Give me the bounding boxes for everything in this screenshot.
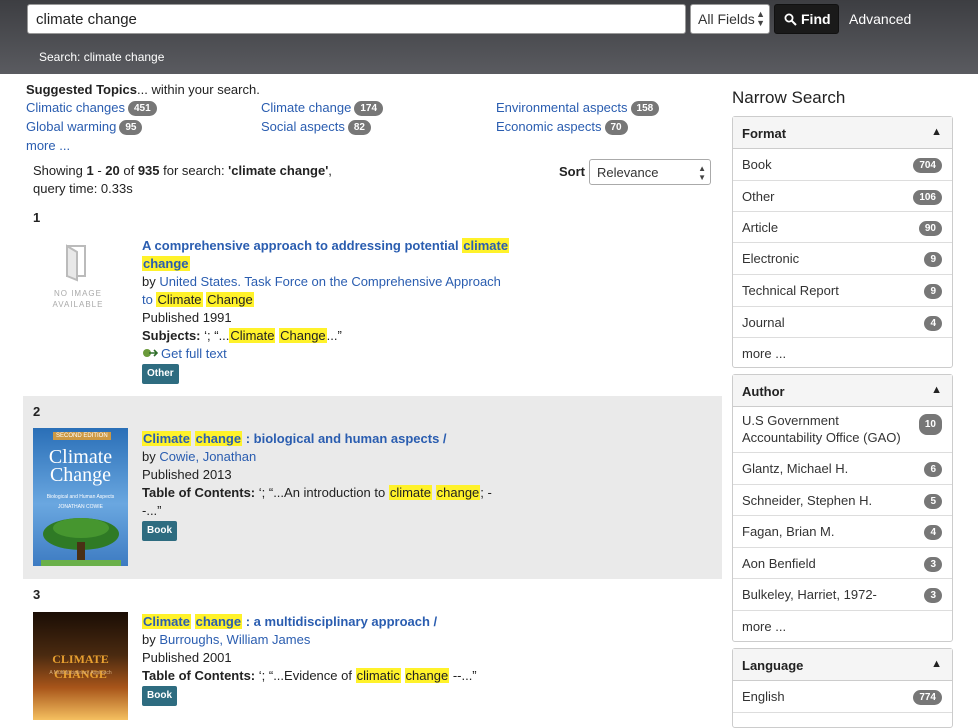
topic-count-badge: 82: [347, 120, 371, 135]
facet-item[interactable]: Book 704: [733, 149, 952, 181]
facet-item[interactable]: Schneider, Stephen H. 5: [733, 485, 952, 516]
result-author: by Burroughs, William James: [142, 632, 311, 647]
author-link[interactable]: Cowie, Jonathan: [159, 449, 256, 464]
facet-count-badge: 9: [924, 284, 942, 299]
facet-language: Language ▲ English 774: [732, 648, 953, 728]
author-link[interactable]: United States. Task Force on the Compreh…: [159, 274, 501, 289]
book-cover[interactable]: CLIMATE CHANGE A Multidisciplinary Appro…: [33, 612, 128, 720]
facet-header-format[interactable]: Format ▲: [733, 117, 952, 149]
no-image-icon: [66, 244, 86, 282]
facet-item[interactable]: U.S Government Accountability Office (GA…: [733, 407, 952, 453]
facet-item[interactable]: Bulkeley, Harriet, 1972- 3: [733, 579, 952, 611]
topic-link[interactable]: Environmental aspects 158: [496, 100, 660, 116]
result-title[interactable]: Climate change : biological and human as…: [142, 430, 512, 448]
topic-link[interactable]: Social aspects 82: [261, 119, 371, 135]
result-number: 3: [33, 587, 41, 602]
sort-select[interactable]: Relevance ▲ ▼: [589, 159, 711, 185]
topic-link[interactable]: Climate change 174: [261, 100, 384, 116]
facet-item[interactable]: Article 90: [733, 212, 952, 243]
topic-link[interactable]: Global warming 95: [26, 119, 143, 135]
sort-label: Sort: [559, 164, 585, 179]
facet-count-badge: 774: [913, 690, 942, 705]
results-summary: Showing 1 - 20 of 935 for search: 'clima…: [33, 163, 332, 196]
result-body: Climate change : a multidisciplinary app…: [142, 613, 512, 706]
facet-count-badge: 6: [924, 462, 942, 477]
facet-count-badge: 3: [924, 588, 942, 603]
find-button[interactable]: Find: [774, 4, 839, 34]
facet-item[interactable]: Fagan, Brian M. 4: [733, 516, 952, 548]
facet-format: Format ▲ Book 704 Other 106 Article 90 Elect…: [732, 116, 953, 368]
facet-count-badge: 4: [924, 525, 942, 540]
advanced-search-link[interactable]: Advanced: [849, 11, 911, 27]
result-number: 2: [33, 404, 41, 419]
author-link[interactable]: Burroughs, William James: [159, 632, 310, 647]
result-body: Climate change : biological and human as…: [142, 430, 512, 541]
facet-item[interactable]: English 774: [733, 681, 952, 713]
collapse-icon: ▲: [931, 126, 942, 138]
facet-item[interactable]: Aon Benfield 3: [733, 548, 952, 579]
link-icon: [143, 349, 159, 357]
facet-item[interactable]: Electronic 9: [733, 243, 952, 275]
tree-illustration-icon: [41, 518, 121, 566]
topic-count-badge: 158: [630, 101, 660, 116]
search-icon: [784, 13, 797, 26]
topic-link[interactable]: Economic aspects 70: [496, 119, 628, 135]
topic-count-badge: 451: [128, 101, 157, 116]
collapse-icon: ▲: [931, 384, 942, 396]
narrow-search-title: Narrow Search: [732, 88, 846, 107]
result-body: A comprehensive approach to addressing p…: [142, 237, 512, 384]
result-toc: Table of Contents: ‘; “...An introductio…: [142, 485, 492, 518]
topic-link[interactable]: Climatic changes 451: [26, 100, 157, 116]
format-badge: Book: [142, 686, 177, 706]
facet-author: Author ▲ U.S Government Accountability Of…: [732, 374, 953, 642]
facet-count-badge: 704: [913, 158, 942, 173]
result-title[interactable]: A comprehensive approach to addressing p…: [142, 237, 512, 273]
select-arrows-icon: ▲ ▼: [698, 164, 706, 182]
facet-item[interactable]: Journal 4: [733, 307, 952, 338]
result-number: 1: [33, 210, 41, 225]
facet-count-badge: 3: [924, 557, 942, 572]
facet-count-badge: 106: [913, 190, 942, 205]
result-author: by Cowie, Jonathan: [142, 449, 257, 464]
no-image-placeholder: NO IMAGE AVAILABLE: [33, 244, 123, 310]
format-badge: Other: [142, 364, 179, 384]
result-published: Published 2013: [142, 467, 232, 482]
result-published: Published 1991: [142, 310, 232, 325]
result-toc: Table of Contents: ‘; “...Evidence of cl…: [142, 668, 477, 683]
facet-count-badge: 4: [924, 316, 942, 331]
result-subjects: Subjects: ‘; “...Climate Change...”: [142, 328, 342, 343]
facet-more-link[interactable]: more ...: [733, 611, 952, 641]
topic-count-badge: 174: [354, 101, 384, 116]
search-field-select[interactable]: All Fields ▲ ▼: [690, 4, 770, 34]
facet-item[interactable]: Technical Report 9: [733, 275, 952, 307]
more-topics-link[interactable]: more ...: [26, 138, 70, 153]
result-published: Published 2001: [142, 650, 232, 665]
select-arrows-icon: ▲ ▼: [756, 9, 765, 28]
facet-item[interactable]: Other 106: [733, 181, 952, 212]
facet-count-badge: 5: [924, 494, 942, 509]
facet-header-author[interactable]: Author ▲: [733, 375, 952, 407]
format-badge: Book: [142, 521, 177, 541]
book-cover[interactable]: SECOND EDITION Climate Change Biological…: [33, 428, 128, 566]
search-input[interactable]: [27, 4, 686, 34]
facet-header-language[interactable]: Language ▲: [733, 649, 952, 681]
search-breadcrumb: Search: climate change: [39, 50, 165, 64]
facet-more-link[interactable]: more ...: [733, 338, 952, 368]
facet-count-badge: 10: [918, 414, 942, 435]
facet-count-badge: 90: [918, 221, 942, 236]
result-title[interactable]: Climate change : a multidisciplinary app…: [142, 613, 512, 631]
result-author: by United States. Task Force on the Comp…: [142, 274, 501, 307]
collapse-icon: ▲: [931, 658, 942, 670]
topic-count-badge: 95: [119, 120, 143, 135]
full-text-link[interactable]: Get full text: [142, 345, 512, 363]
topic-count-badge: 70: [604, 120, 628, 135]
facet-item[interactable]: Glantz, Michael H. 6: [733, 453, 952, 485]
facet-count-badge: 9: [924, 252, 942, 267]
search-header: All Fields ▲▼ Find Advanced Search: clim…: [0, 0, 978, 74]
suggested-topics-title: Suggested Topics... within your search.: [26, 82, 260, 97]
